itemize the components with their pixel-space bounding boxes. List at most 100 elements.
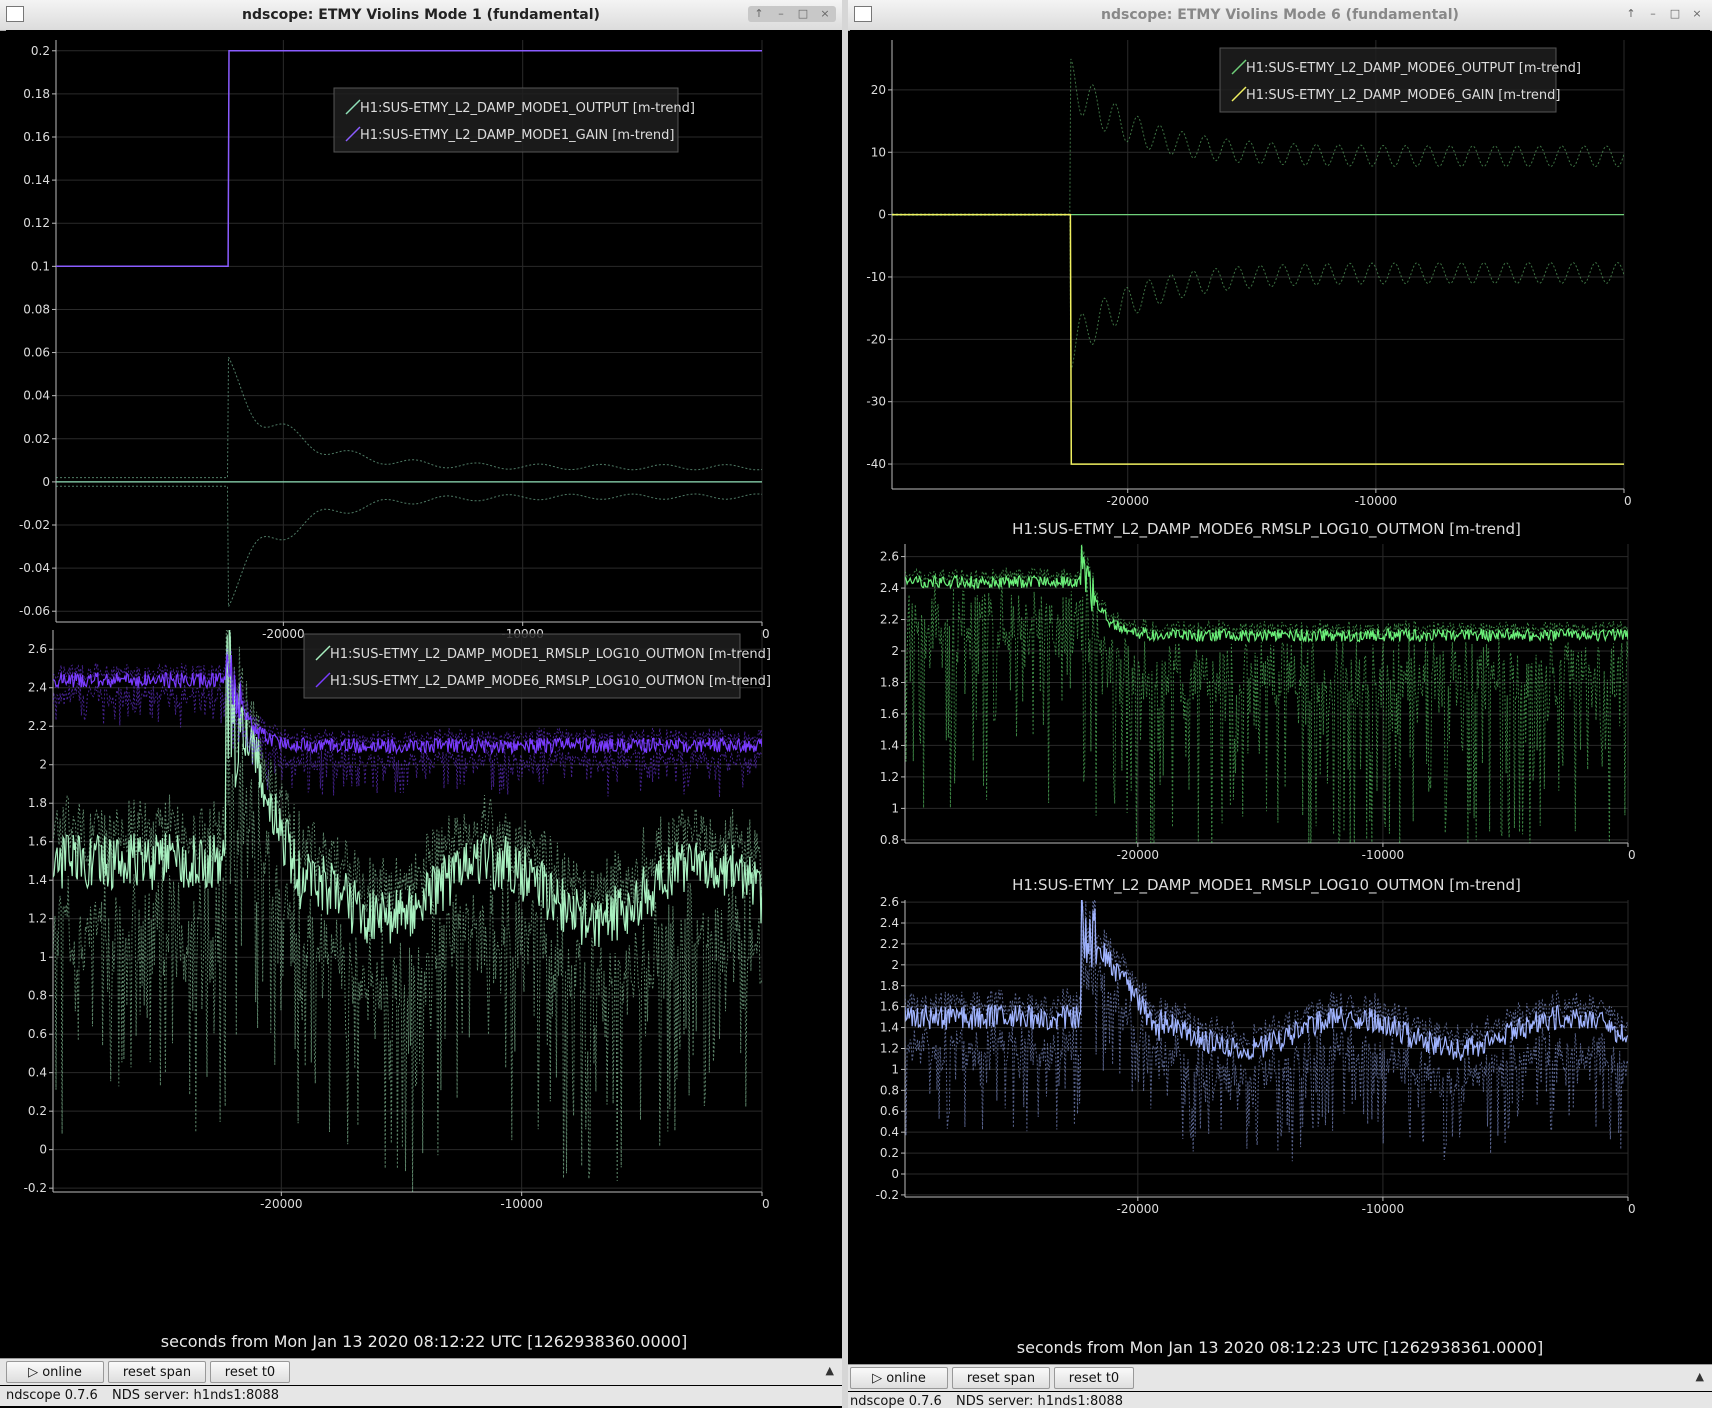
y-tick-label: 0.2 xyxy=(31,44,50,58)
close-icon[interactable]: × xyxy=(1688,6,1706,22)
x-tick-label: -20000 xyxy=(1106,494,1149,508)
y-tick-label: 0.4 xyxy=(28,1066,47,1080)
series-min-line xyxy=(53,675,762,1192)
y-tick-label: 0.12 xyxy=(23,216,50,230)
x-axis-caption: seconds from Mon Jan 13 2020 08:12:23 UT… xyxy=(1016,1338,1544,1357)
series-mean-line xyxy=(905,545,1628,643)
plot-area[interactable]: 0.2 0.18 0.16 0.14 0.12 0.1 0.08 0.06 0.04 0.02 0 -… xyxy=(6,30,842,1360)
x-axis-caption: seconds from Mon Jan 13 2020 08:12:22 UT… xyxy=(160,1332,688,1351)
plot-R3[interactable]: 2.6 2.4 2.2 2 1.8 1.6 1.4 1.2 1 0.8 0.6 0.4 0.2 0 -0.2… xyxy=(876,876,1636,1216)
y-tick-label: 2 xyxy=(891,958,899,972)
pin-icon[interactable]: ↑ xyxy=(1622,6,1640,22)
x-tick-label: 0 xyxy=(1624,494,1632,508)
close-icon[interactable]: × xyxy=(816,6,834,22)
series-max-line xyxy=(905,544,1628,639)
y-tick-label: -10 xyxy=(866,270,886,284)
status-bar: ndscope 0.7.6 NDS server: h1nds1:8088 xyxy=(848,1392,1712,1408)
window-right: ndscope: ETMY Violins Mode 6 (fundamenta… xyxy=(848,0,1712,1408)
y-tick-label: -0.04 xyxy=(19,561,50,575)
y-tick-label: 0.8 xyxy=(880,833,899,847)
plot-title: H1:SUS-ETMY_L2_DAMP_MODE1_RMSLP_LOG10_OU… xyxy=(1012,876,1521,895)
y-tick-label: 2.4 xyxy=(28,681,47,695)
y-tick-label: 20 xyxy=(871,83,886,97)
y-tick-label: 1.2 xyxy=(880,770,899,784)
legend[interactable]: H1:SUS-ETMY_L2_DAMP_MODE1_RMSLP_LOG10_OU… xyxy=(303,633,771,699)
plot-canvas[interactable]: 20100-10-20-30-40-20000 -10000 0H1:SUS-ETM… xyxy=(850,30,1710,1366)
legend-entry: H1:SUS-ETMY_L2_DAMP_MODE1_OUTPUT [m-tren… xyxy=(360,101,695,116)
series-min-line xyxy=(56,485,762,607)
reset-span-button[interactable]: reset span xyxy=(108,1361,206,1383)
reset-t0-button[interactable]: reset t0 xyxy=(210,1361,290,1383)
y-tick-label: 2.2 xyxy=(880,937,899,951)
y-tick-label: 0.6 xyxy=(880,1104,899,1118)
maximize-icon[interactable]: □ xyxy=(1666,6,1684,22)
x-tick-label: -10000 xyxy=(1355,494,1398,508)
series-R3-0 xyxy=(905,900,1628,1162)
y-tick-label: 2 xyxy=(39,758,47,772)
y-tick-label: 1.6 xyxy=(880,707,899,721)
y-tick-label: 0.04 xyxy=(23,389,50,403)
legend-entry: H1:SUS-ETMY_L2_DAMP_MODE1_RMSLP_LOG10_OU… xyxy=(330,647,771,662)
y-tick-label: -0.2 xyxy=(24,1181,47,1195)
legend-entry: H1:SUS-ETMY_L2_DAMP_MODE6_OUTPUT [m-tren… xyxy=(1246,61,1581,76)
y-tick-label: 0.6 xyxy=(28,1027,47,1041)
y-tick-label: 0.08 xyxy=(23,302,50,316)
online-button[interactable]: ▷ online xyxy=(850,1367,948,1389)
y-tick-label: 0.4 xyxy=(880,1125,899,1139)
pin-icon[interactable]: ↑ xyxy=(750,6,768,22)
y-tick-label: 0 xyxy=(878,208,886,222)
online-button[interactable]: ▷ online xyxy=(6,1361,104,1383)
title-bar[interactable]: ndscope: ETMY Violins Mode 1 (fundamenta… xyxy=(0,0,842,31)
y-tick-label: 1.4 xyxy=(880,738,899,752)
collapse-icon[interactable]: ▲ xyxy=(1696,1370,1704,1383)
reset-span-button[interactable]: reset span xyxy=(952,1367,1050,1389)
x-tick-label: -20000 xyxy=(1117,848,1160,862)
x-tick-label: -10000 xyxy=(1362,848,1405,862)
minimize-icon[interactable]: – xyxy=(772,6,790,22)
x-tick-label: -20000 xyxy=(260,1197,303,1211)
y-tick-label: 0.8 xyxy=(880,1083,899,1097)
y-tick-label: 0.2 xyxy=(28,1104,47,1118)
plot-R2[interactable]: 2.6 2.4 2.2 2 1.8 1.6 1.4 1.2 1 0.8 -20000 -10000 0 H… xyxy=(880,520,1636,866)
y-tick-label: 2.6 xyxy=(880,550,899,564)
y-tick-label: 0.06 xyxy=(23,346,50,360)
x-tick-label: -20000 xyxy=(262,627,305,641)
plot-canvas[interactable]: 0.2 0.18 0.16 0.14 0.12 0.1 0.08 0.06 0.04 0.02 0 -… xyxy=(6,30,842,1360)
y-tick-label: 2.6 xyxy=(880,895,899,909)
series-H1:SUS-ETMY_L2_DAMP_MODE1_OUTPUT xyxy=(56,356,762,607)
plot-L1[interactable]: 0.2 0.18 0.16 0.14 0.12 0.1 0.08 0.06 0.04 0.02 0 -… xyxy=(19,40,770,641)
y-tick-label: 2 xyxy=(891,644,899,658)
server-label: NDS server: h1nds1:8088 xyxy=(956,1394,1124,1408)
y-tick-label: -0.02 xyxy=(19,518,50,532)
series-H1:SUS-ETMY_L2_DAMP_MODE1_GAIN xyxy=(56,50,762,268)
y-tick-label: 0.02 xyxy=(23,432,50,446)
x-tick-label: -20000 xyxy=(1117,1202,1160,1216)
y-tick-label: 10 xyxy=(871,145,886,159)
collapse-icon[interactable]: ▲ xyxy=(826,1364,834,1377)
control-bar: ▷ online reset span reset t0 ▲ xyxy=(0,1358,842,1385)
legend[interactable]: H1:SUS-ETMY_L2_DAMP_MODE6_OUTPUT [m-tren… xyxy=(1219,47,1581,113)
y-tick-label: 0.2 xyxy=(880,1146,899,1160)
window-title: ndscope: ETMY Violins Mode 6 (fundamenta… xyxy=(1101,7,1459,23)
minimize-icon[interactable]: – xyxy=(1644,6,1662,22)
y-tick-label: 0.14 xyxy=(23,173,50,187)
x-tick-label: -10000 xyxy=(500,1197,543,1211)
series-mean-line xyxy=(56,50,762,268)
y-tick-label: 1.6 xyxy=(28,835,47,849)
y-tick-label: -0.06 xyxy=(19,604,50,618)
y-tick-label: 1.2 xyxy=(28,912,47,926)
x-tick-label: 0 xyxy=(762,1197,770,1211)
legend-entry: H1:SUS-ETMY_L2_DAMP_MODE6_RMSLP_LOG10_OU… xyxy=(330,674,771,689)
plot-R1[interactable]: 20 10 0 -10 -20 -30 -40 -20000 -10000 0 H1:SUS-ETM… xyxy=(866,40,1632,508)
plot-area[interactable]: 20 10 0 -10 -20 -30 -40 -20000 -10000 0 H1:SUS-ETM… xyxy=(850,30,1710,1366)
y-tick-label: -40 xyxy=(866,457,886,471)
y-tick-label: 1.8 xyxy=(28,796,47,810)
title-bar[interactable]: ndscope: ETMY Violins Mode 6 (fundamenta… xyxy=(848,0,1712,31)
maximize-icon[interactable]: □ xyxy=(794,6,812,22)
y-tick-label: 1 xyxy=(891,801,899,815)
y-tick-label: -20 xyxy=(866,332,886,346)
reset-t0-button[interactable]: reset t0 xyxy=(1054,1367,1134,1389)
x-tick-label: 0 xyxy=(1628,1202,1636,1216)
legend[interactable]: H1:SUS-ETMY_L2_DAMP_MODE1_OUTPUT [m-tren… xyxy=(333,87,695,153)
plot-L2[interactable]: 2.6 2.4 2.2 2 1.8 1.6 1.4 1.2 1 0.8 0.6 0.4 0.2 0 -0.2… xyxy=(24,606,771,1211)
